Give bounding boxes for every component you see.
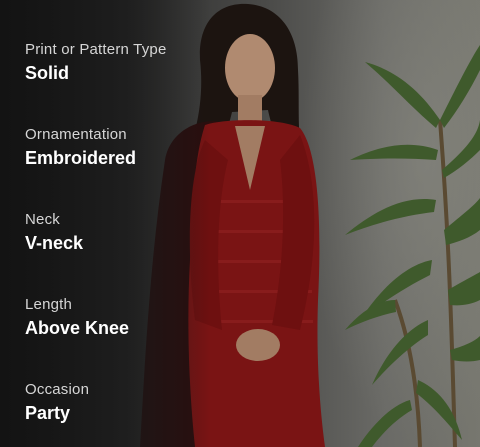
attribute-occasion: Occasion Party [25, 380, 167, 447]
attribute-label: Length [25, 296, 73, 313]
attribute-list: Print or Pattern Type Solid Ornamentatio… [25, 40, 167, 447]
plant-leaves [345, 45, 480, 447]
attribute-label: Print or Pattern Type [25, 41, 167, 58]
attribute-length: Length Above Knee [25, 295, 167, 380]
attribute-ornamentation: Ornamentation Embroidered [25, 125, 167, 210]
attribute-value: Above Knee [25, 318, 130, 338]
attribute-neck: Neck V-neck [25, 210, 167, 295]
attribute-value: V-neck [25, 233, 84, 253]
attribute-value: Party [25, 403, 71, 423]
attribute-value: Embroidered [25, 148, 137, 168]
product-image-card: Print or Pattern Type Solid Ornamentatio… [0, 0, 480, 447]
model-face [225, 34, 275, 102]
attribute-label: Ornamentation [25, 126, 127, 143]
attribute-print-pattern: Print or Pattern Type Solid [25, 40, 167, 125]
attribute-label: Neck [25, 211, 60, 228]
model-hands [236, 329, 280, 361]
attribute-label: Occasion [25, 381, 90, 398]
attribute-value: Solid [25, 63, 69, 83]
